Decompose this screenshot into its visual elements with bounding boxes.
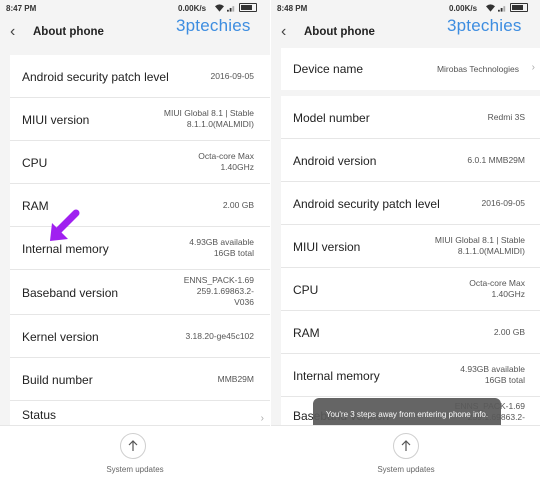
row-value-line2: 16GB total (213, 248, 254, 258)
signal-icon (498, 5, 506, 12)
row-value-line2: 1.40GHz (491, 289, 525, 299)
row-security-patch[interactable]: Android security patch level 2016-09-05 (10, 55, 270, 98)
system-updates-button[interactable] (393, 433, 419, 459)
network-speed: 0.00K/s (449, 4, 478, 13)
row-value: 2.00 GB (222, 200, 254, 210)
row-value-line1: Octa-core Max (198, 151, 254, 161)
row-label: RAM (293, 326, 320, 340)
row-cpu[interactable]: CPU Octa-core Max 1.40GHz (10, 141, 270, 184)
network-speed: 0.00K/s (178, 4, 207, 13)
row-label: MIUI version (293, 240, 361, 254)
back-arrow-icon[interactable]: ‹ (10, 24, 26, 40)
row-label: Android security patch level (22, 70, 169, 84)
row-value: 2.00 GB (493, 327, 525, 337)
row-label: MIUI version (22, 113, 90, 127)
system-updates-label: System updates (106, 465, 164, 474)
footer-bar: System updates (0, 425, 270, 480)
row-ram[interactable]: RAM 2.00 GB (281, 311, 540, 354)
row-security-patch[interactable]: Android security patch level 2016-09-05 (281, 182, 540, 225)
footer-bar: System updates (271, 425, 540, 480)
signal-icon (227, 5, 235, 12)
row-value-line1: Octa-core Max (469, 278, 525, 288)
row-value-line2: 8.1.1.0(MALMIDI) (186, 119, 254, 129)
row-value-line2: 8.1.1.0(MALMIDI) (457, 246, 525, 256)
row-value: 6.0.1 MMB29M (467, 155, 525, 165)
left-screenshot: 8:47 PM 0.00K/s ‹ About phone 3ptechies … (0, 0, 270, 480)
row-label: CPU (22, 156, 48, 170)
wifi-icon (215, 3, 224, 12)
row-label: Device name (293, 62, 364, 76)
system-updates-button[interactable] (120, 433, 146, 459)
row-label: Baseband version (22, 286, 119, 300)
row-label: Internal memory (293, 369, 380, 383)
arrow-up-icon (128, 440, 138, 451)
row-model-number[interactable]: Model number Redmi 3S (281, 96, 540, 139)
row-kernel-version[interactable]: Kernel version 3.18.20-ge45c102 (10, 315, 270, 358)
row-value: Redmi 3S (487, 112, 525, 122)
status-time: 8:47 PM (6, 4, 37, 13)
row-label: Internal memory (22, 242, 109, 256)
battery-icon (510, 3, 528, 12)
row-value-line1: 4.93GB available (189, 237, 254, 247)
chevron-right-icon: › (260, 413, 264, 424)
row-value: MMB29M (217, 374, 254, 384)
pointer-arrow-icon (50, 209, 80, 241)
row-value-line3: V036 (234, 297, 254, 307)
row-value: 2016-09-05 (481, 198, 525, 208)
row-internal-memory[interactable]: Internal memory 4.93GB available 16GB to… (281, 354, 540, 397)
chevron-right-icon: › (531, 62, 535, 73)
device-name-card: Device name Mirobas Technologies › (281, 48, 540, 90)
row-label: Android security patch level (293, 197, 440, 211)
row-build-number[interactable]: Build number MMB29M (10, 358, 270, 401)
row-cpu[interactable]: CPU Octa-core Max 1.40GHz (281, 268, 540, 311)
row-value-line1: 4.93GB available (460, 364, 525, 374)
watermark: 3ptechies (447, 16, 522, 35)
row-value: 3.18.20-ge45c102 (185, 331, 254, 341)
arrow-up-icon (401, 440, 411, 451)
page-title: About phone (304, 26, 375, 38)
battery-icon (239, 3, 257, 12)
wifi-icon (486, 3, 495, 12)
row-label: Model number (293, 111, 370, 125)
row-label: Build number (22, 373, 93, 387)
system-updates-label: System updates (377, 465, 435, 474)
settings-list: Model number Redmi 3S Android version 6.… (281, 96, 540, 425)
row-value-line2: 16GB total (484, 375, 525, 385)
row-value-line2: 259.1.69863.2- (196, 286, 254, 296)
right-screenshot: 8:48 PM 0.00K/s ‹ About phone 3ptechies … (271, 0, 540, 480)
watermark: 3ptechies (176, 16, 251, 35)
page-title: About phone (33, 26, 104, 38)
row-value: Mirobas Technologies (436, 64, 519, 74)
row-label: Android version (293, 154, 377, 168)
row-label: RAM (22, 199, 49, 213)
row-label: Kernel version (22, 330, 99, 344)
row-label: Status (22, 408, 57, 422)
row-device-name[interactable]: Device name Mirobas Technologies › (281, 48, 540, 90)
row-value-line1: MIUI Global 8.1 | Stable (434, 235, 525, 245)
row-baseband-version[interactable]: Baseband version ENNS_PACK-1.69 259.1.69… (10, 270, 270, 315)
row-miui-version[interactable]: MIUI version MIUI Global 8.1 | Stable 8.… (10, 98, 270, 141)
row-value-line2: 1.40GHz (220, 162, 254, 172)
row-miui-version[interactable]: MIUI version MIUI Global 8.1 | Stable 8.… (281, 225, 540, 268)
row-android-version[interactable]: Android version 6.0.1 MMB29M (281, 139, 540, 182)
status-time: 8:48 PM (277, 4, 308, 13)
row-value-line1: ENNS_PACK-1.69 (183, 275, 254, 285)
back-arrow-icon[interactable]: ‹ (281, 24, 297, 40)
row-value: 2016-09-05 (210, 71, 254, 81)
row-label: CPU (293, 283, 319, 297)
row-value-line1: MIUI Global 8.1 | Stable (163, 108, 254, 118)
